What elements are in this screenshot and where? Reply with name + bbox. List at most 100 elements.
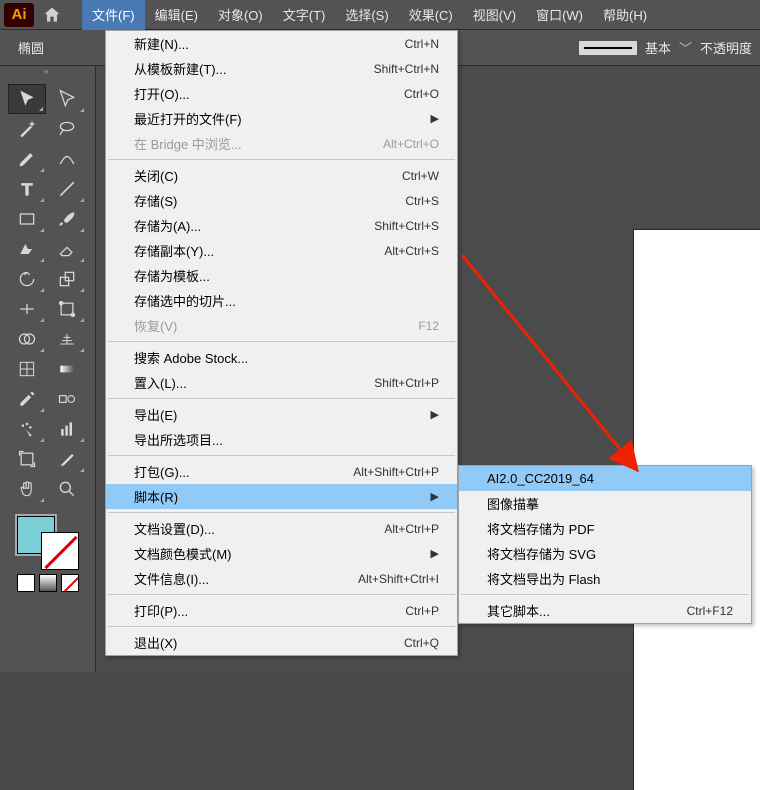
menu-item-label: 恢复(V) xyxy=(134,316,177,335)
file-menu-item-18[interactable]: 导出所选项目... xyxy=(106,427,457,452)
menu-item-label: 从模板新建(T)... xyxy=(134,59,226,78)
rotate-tool[interactable] xyxy=(8,264,46,294)
menu-item-label: AI2.0_CC2019_64 xyxy=(487,471,594,486)
hand-tool[interactable] xyxy=(8,474,46,504)
menu-item-label: 打印(P)... xyxy=(134,601,188,620)
paintbrush-tool[interactable] xyxy=(48,204,86,234)
eyedropper-tool[interactable] xyxy=(8,384,46,414)
menu-item-label: 导出(E) xyxy=(134,405,177,424)
file-menu-item-3[interactable]: 最近打开的文件(F)▶ xyxy=(106,106,457,131)
menu-separator xyxy=(108,341,455,342)
opacity-label[interactable]: 不透明度 xyxy=(700,38,752,57)
submenu-arrow-icon: ▶ xyxy=(431,490,439,503)
file-menu-item-6[interactable]: 关闭(C)Ctrl+W xyxy=(106,163,457,188)
stroke-preview[interactable] xyxy=(579,41,637,55)
artboard-tool[interactable] xyxy=(8,444,46,474)
menu-item-shortcut: Alt+Ctrl+O xyxy=(383,137,439,151)
menubar: Ai 文件(F) 编辑(E) 对象(O) 文字(T) 选择(S) 效果(C) 视… xyxy=(0,0,760,30)
perspective-grid-tool[interactable] xyxy=(48,324,86,354)
menu-item-label: 文件信息(I)... xyxy=(134,569,209,588)
free-transform-tool[interactable] xyxy=(48,294,86,324)
menu-item-shortcut: Alt+Ctrl+P xyxy=(384,522,439,536)
file-menu-item-25[interactable]: 文件信息(I)...Alt+Shift+Ctrl+I xyxy=(106,566,457,591)
zoom-tool[interactable] xyxy=(48,474,86,504)
panel-handle[interactable]: « xyxy=(0,66,95,80)
magic-wand-tool[interactable] xyxy=(8,114,46,144)
file-menu-item-20[interactable]: 打包(G)...Alt+Shift+Ctrl+P xyxy=(106,459,457,484)
file-menu-item-8[interactable]: 存储为(A)...Shift+Ctrl+S xyxy=(106,213,457,238)
file-menu-item-15[interactable]: 置入(L)...Shift+Ctrl+P xyxy=(106,370,457,395)
menu-item-label: 打开(O)... xyxy=(134,84,190,103)
eraser-tool[interactable] xyxy=(48,234,86,264)
stroke-style-label[interactable]: 基本 xyxy=(645,38,671,57)
file-menu-item-9[interactable]: 存储副本(Y)...Alt+Ctrl+S xyxy=(106,238,457,263)
file-menu-item-0[interactable]: 新建(N)...Ctrl+N xyxy=(106,31,457,56)
script-submenu-item-6[interactable]: 其它脚本...Ctrl+F12 xyxy=(459,598,751,623)
menu-item-shortcut: Ctrl+Q xyxy=(404,636,439,650)
file-menu-item-7[interactable]: 存储(S)Ctrl+S xyxy=(106,188,457,213)
menu-item-label: 存储副本(Y)... xyxy=(134,241,214,260)
file-menu-item-29[interactable]: 退出(X)Ctrl+Q xyxy=(106,630,457,655)
menu-item-label: 在 Bridge 中浏览... xyxy=(134,134,242,153)
scale-tool[interactable] xyxy=(48,264,86,294)
lasso-tool[interactable] xyxy=(48,114,86,144)
menu-item-label: 搜索 Adobe Stock... xyxy=(134,348,248,367)
menu-item-shortcut: Ctrl+O xyxy=(404,87,439,101)
script-submenu-item-1[interactable]: 图像描摹 xyxy=(459,491,751,516)
color-mode-solid[interactable] xyxy=(17,574,35,592)
menu-item-label: 关闭(C) xyxy=(134,166,178,185)
color-mode-none[interactable] xyxy=(61,574,79,592)
home-icon[interactable] xyxy=(42,5,62,25)
width-tool[interactable] xyxy=(8,294,46,324)
file-menu-item-4: 在 Bridge 中浏览... Alt+Ctrl+O xyxy=(106,131,457,156)
shaper-tool[interactable] xyxy=(8,234,46,264)
file-menu-item-1[interactable]: 从模板新建(T)... Shift+Ctrl+N xyxy=(106,56,457,81)
file-menu-item-17[interactable]: 导出(E)▶ xyxy=(106,402,457,427)
menu-separator xyxy=(108,626,455,627)
script-submenu-item-4[interactable]: 将文档导出为 Flash xyxy=(459,566,751,591)
menu-separator xyxy=(108,512,455,513)
shape-builder-tool[interactable] xyxy=(8,324,46,354)
file-menu-item-2[interactable]: 打开(O)... Ctrl+O xyxy=(106,81,457,106)
menu-file[interactable]: 文件(F) xyxy=(82,0,145,30)
file-menu-item-10[interactable]: 存储为模板... xyxy=(106,263,457,288)
type-tool[interactable] xyxy=(8,174,46,204)
menu-item-label: 将文档存储为 SVG xyxy=(487,544,596,563)
rectangle-tool[interactable] xyxy=(8,204,46,234)
menu-select[interactable]: 选择(S) xyxy=(335,0,398,30)
blend-tool[interactable] xyxy=(48,384,86,414)
file-menu-item-11[interactable]: 存储选中的切片... xyxy=(106,288,457,313)
curvature-tool[interactable] xyxy=(48,144,86,174)
menu-help[interactable]: 帮助(H) xyxy=(593,0,657,30)
script-submenu-item-2[interactable]: 将文档存储为 PDF xyxy=(459,516,751,541)
file-menu-item-21[interactable]: 脚本(R)▶ xyxy=(106,484,457,509)
script-submenu-item-0[interactable]: AI2.0_CC2019_64 xyxy=(459,466,751,491)
mesh-tool[interactable] xyxy=(8,354,46,384)
menu-type[interactable]: 文字(T) xyxy=(273,0,336,30)
gradient-tool[interactable] xyxy=(48,354,86,384)
column-graph-tool[interactable] xyxy=(48,414,86,444)
line-tool[interactable] xyxy=(48,174,86,204)
symbol-sprayer-tool[interactable] xyxy=(8,414,46,444)
slice-tool[interactable] xyxy=(48,444,86,474)
file-menu-item-14[interactable]: 搜索 Adobe Stock... xyxy=(106,345,457,370)
script-submenu-item-3[interactable]: 将文档存储为 SVG xyxy=(459,541,751,566)
menu-edit[interactable]: 编辑(E) xyxy=(145,0,208,30)
file-menu-item-23[interactable]: 文档设置(D)... Alt+Ctrl+P xyxy=(106,516,457,541)
menu-object[interactable]: 对象(O) xyxy=(208,0,273,30)
pen-tool[interactable] xyxy=(8,144,46,174)
menu-item-label: 图像描摹 xyxy=(487,494,539,513)
menu-effect[interactable]: 效果(C) xyxy=(399,0,463,30)
menu-window[interactable]: 窗口(W) xyxy=(526,0,593,30)
file-menu-item-24[interactable]: 文档颜色模式(M)▶ xyxy=(106,541,457,566)
selection-tool[interactable] xyxy=(8,84,46,114)
menu-view[interactable]: 视图(V) xyxy=(463,0,526,30)
direct-selection-tool[interactable] xyxy=(48,84,86,114)
file-menu-item-27[interactable]: 打印(P)...Ctrl+P xyxy=(106,598,457,623)
stroke-color-swatch[interactable] xyxy=(41,532,79,570)
menu-separator xyxy=(461,594,749,595)
color-mode-gradient[interactable] xyxy=(39,574,57,592)
menu-item-shortcut: Ctrl+F12 xyxy=(687,604,733,618)
menu-item-label: 文档设置(D)... xyxy=(134,519,215,538)
menu-item-shortcut: Shift+Ctrl+N xyxy=(374,62,439,76)
